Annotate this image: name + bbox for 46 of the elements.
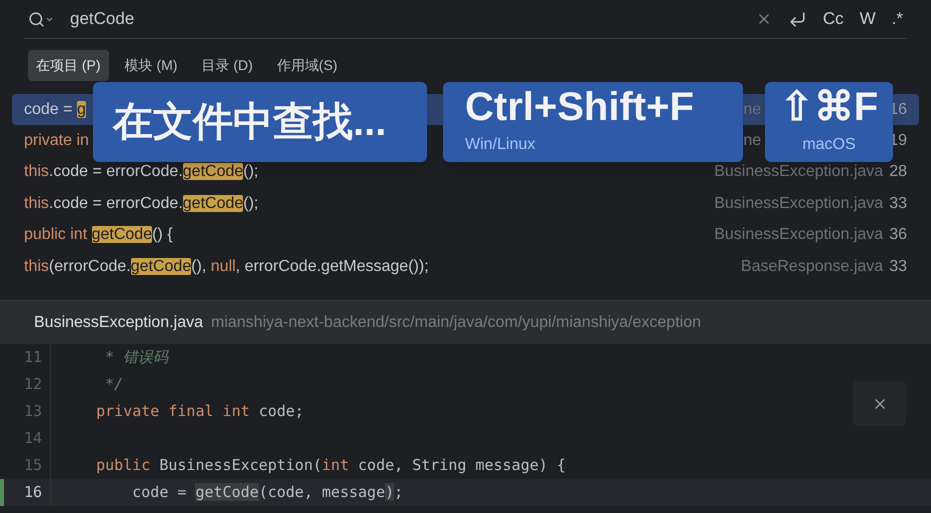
result-row[interactable]: this.code = errorCode.getCode(); BusinessException.java 28 bbox=[12, 156, 919, 188]
line-number: 12 bbox=[22, 374, 42, 396]
result-row[interactable]: this.code = errorCode.getCode(); BusinessException.java 33 bbox=[12, 188, 919, 220]
result-line-number: 33 bbox=[889, 256, 907, 277]
preview-file-path: mianshiya-next-backend/src/main/java/com/yupi/mianshiya/exception bbox=[210, 312, 701, 332]
result-file: BaseResponse.java bbox=[740, 256, 884, 277]
search-field[interactable]: getCode bbox=[70, 6, 756, 32]
result-code: this(errorCode.getCode(), null, errorCode.getMessage()); bbox=[24, 256, 429, 277]
shortcut-caption: macOS bbox=[802, 135, 856, 155]
return-arrow-icon[interactable] bbox=[788, 10, 807, 28]
result-file: BusinessException.java bbox=[714, 162, 884, 182]
line-number: 13 bbox=[22, 401, 42, 422]
result-line-number: 28 bbox=[889, 162, 907, 182]
scope-tab[interactable]: 在项目 (P) bbox=[28, 50, 109, 81]
shortcut-title: Ctrl+Shift+F bbox=[465, 87, 695, 127]
shortcut-caption: Win/Linux bbox=[465, 135, 536, 155]
result-row[interactable]: public int getCode() { BusinessException.java 36 bbox=[12, 220, 919, 251]
code-text: */ bbox=[104, 374, 124, 396]
line-number: 11 bbox=[22, 347, 42, 368]
line-number: 15 bbox=[22, 455, 42, 476]
result-file: ne bbox=[743, 100, 762, 120]
preview-file-name: BusinessException.java bbox=[34, 312, 203, 332]
result-line-number: 36 bbox=[889, 225, 907, 246]
result-code: public int getCode() { bbox=[24, 225, 173, 246]
search-option[interactable]: W bbox=[860, 6, 876, 32]
line-number: 16 bbox=[22, 482, 42, 504]
result-file: BusinessException.java bbox=[714, 194, 884, 214]
result-file: BusinessException.java bbox=[714, 225, 884, 246]
search-icon[interactable] bbox=[28, 10, 54, 28]
scope-tab[interactable]: 作用域(S) bbox=[268, 50, 346, 81]
result-code: this.code = errorCode.getCode(); bbox=[24, 162, 258, 182]
code-text: private final int code; bbox=[95, 401, 304, 422]
shortcut-title: ⇧⌘F bbox=[780, 87, 878, 127]
search-option[interactable]: Cc bbox=[822, 6, 844, 32]
code-text: * 错误码 bbox=[104, 347, 168, 368]
code-text: public BusinessException(int code, String message) { bbox=[95, 455, 566, 476]
scope-tab[interactable]: 目录 (D) bbox=[193, 50, 261, 81]
result-code: this.code = errorCode.getCode(); bbox=[24, 194, 258, 214]
line-number: 14 bbox=[22, 428, 42, 450]
search-option[interactable]: .* bbox=[892, 6, 903, 32]
result-row[interactable]: this(errorCode.getCode(), null, errorCode.getMessage()); BaseResponse.java 33 bbox=[12, 250, 919, 282]
scope-tab[interactable]: 模块 (M) bbox=[116, 50, 186, 81]
code-text: code = getCode(code, message); bbox=[131, 482, 404, 504]
shortcut-title: 在文件中查找... bbox=[113, 102, 388, 142]
result-line-number: 33 bbox=[889, 194, 907, 214]
result-code: code = g bbox=[24, 100, 86, 120]
